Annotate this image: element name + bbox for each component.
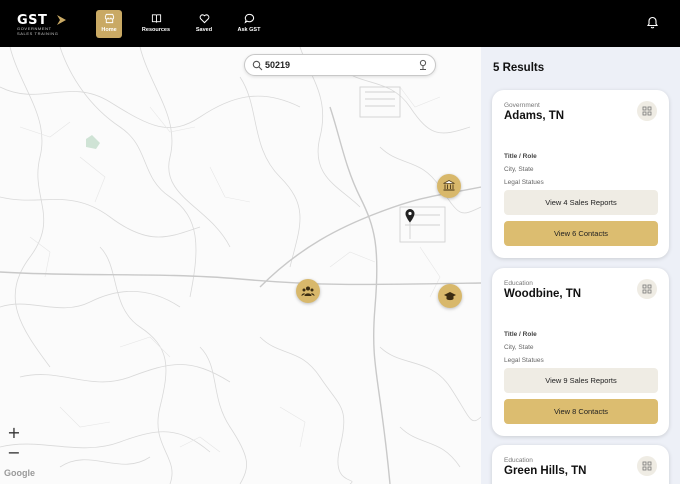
nav-ask-label: Ask GST (237, 27, 261, 33)
logo-arrow-icon (57, 15, 66, 25)
grid-icon (642, 284, 652, 294)
nav-resources-label: Resources (141, 27, 171, 33)
view-contacts-button[interactable]: View 6 Contacts (504, 221, 658, 246)
bell-icon[interactable] (646, 16, 659, 29)
map-view[interactable]: 50219 + − Google (0, 47, 481, 484)
result-card[interactable]: Education Woodbine, TN Title / Role City… (492, 268, 669, 436)
top-nav: GST GOVERNMENT SALES TRAINING Home Resou… (0, 0, 680, 47)
result-role: Title / Role (504, 153, 537, 160)
nav-ask-gst[interactable]: Ask GST (230, 10, 268, 38)
grid-view-button[interactable] (637, 101, 657, 121)
book-icon (151, 14, 161, 23)
group-marker[interactable] (296, 279, 320, 303)
chat-bubble-icon (243, 13, 254, 24)
nav-home[interactable]: Home (96, 10, 122, 38)
grid-icon (642, 106, 652, 116)
map-attribution: Google (4, 468, 35, 478)
bank-icon (443, 180, 455, 191)
view-contacts-button[interactable]: View 8 Contacts (504, 399, 658, 424)
result-legal: Legal Statues (504, 357, 544, 364)
nav-resources[interactable]: Resources (137, 10, 175, 38)
people-icon (301, 286, 315, 296)
search-bar[interactable]: 50219 (244, 54, 436, 76)
graduation-cap-icon (444, 292, 456, 301)
result-role: Title / Role (504, 331, 537, 338)
school-marker[interactable] (438, 284, 462, 308)
search-icon (252, 60, 263, 71)
zoom-out-button[interactable]: − (4, 443, 24, 463)
result-name: Green Hills, TN (504, 465, 587, 477)
grid-view-button[interactable] (637, 279, 657, 299)
bank-marker[interactable] (437, 174, 461, 198)
result-card[interactable]: Education Green Hills, TN (492, 445, 669, 484)
result-city: City, State (504, 344, 534, 351)
view-sales-reports-button[interactable]: View 4 Sales Reports (504, 190, 658, 215)
result-category: Government (504, 102, 540, 109)
result-category: Education (504, 457, 533, 464)
location-person-icon[interactable] (417, 59, 429, 72)
view-sales-reports-button[interactable]: View 9 Sales Reports (504, 368, 658, 393)
result-name: Woodbine, TN (504, 288, 582, 300)
grid-icon (642, 461, 652, 471)
result-category: Education (504, 280, 533, 287)
nav-home-label: Home (101, 27, 117, 33)
store-icon (104, 13, 114, 24)
zoom-in-button[interactable]: + (4, 423, 24, 443)
logo-subtitle: GOVERNMENT SALES TRAINING (17, 26, 59, 36)
gst-logo[interactable]: GST GOVERNMENT SALES TRAINING (17, 13, 69, 36)
map-roads (0, 47, 481, 484)
results-count: 5 Results (493, 62, 545, 74)
result-city: City, State (504, 166, 534, 173)
nav-saved[interactable]: Saved (185, 10, 223, 38)
grid-view-button[interactable] (637, 456, 657, 476)
heart-icon (199, 14, 209, 24)
result-name: Adams, TN (504, 110, 565, 122)
zoom-controls: + − (4, 423, 24, 465)
search-input[interactable]: 50219 (265, 60, 290, 70)
result-card[interactable]: Government Adams, TN Title / Role City, … (492, 90, 669, 258)
results-panel: 5 Results Government Adams, TN Title / R… (481, 47, 680, 484)
location-pin-icon[interactable] (404, 208, 416, 224)
nav-saved-label: Saved (195, 27, 213, 33)
result-legal: Legal Statues (504, 179, 544, 186)
